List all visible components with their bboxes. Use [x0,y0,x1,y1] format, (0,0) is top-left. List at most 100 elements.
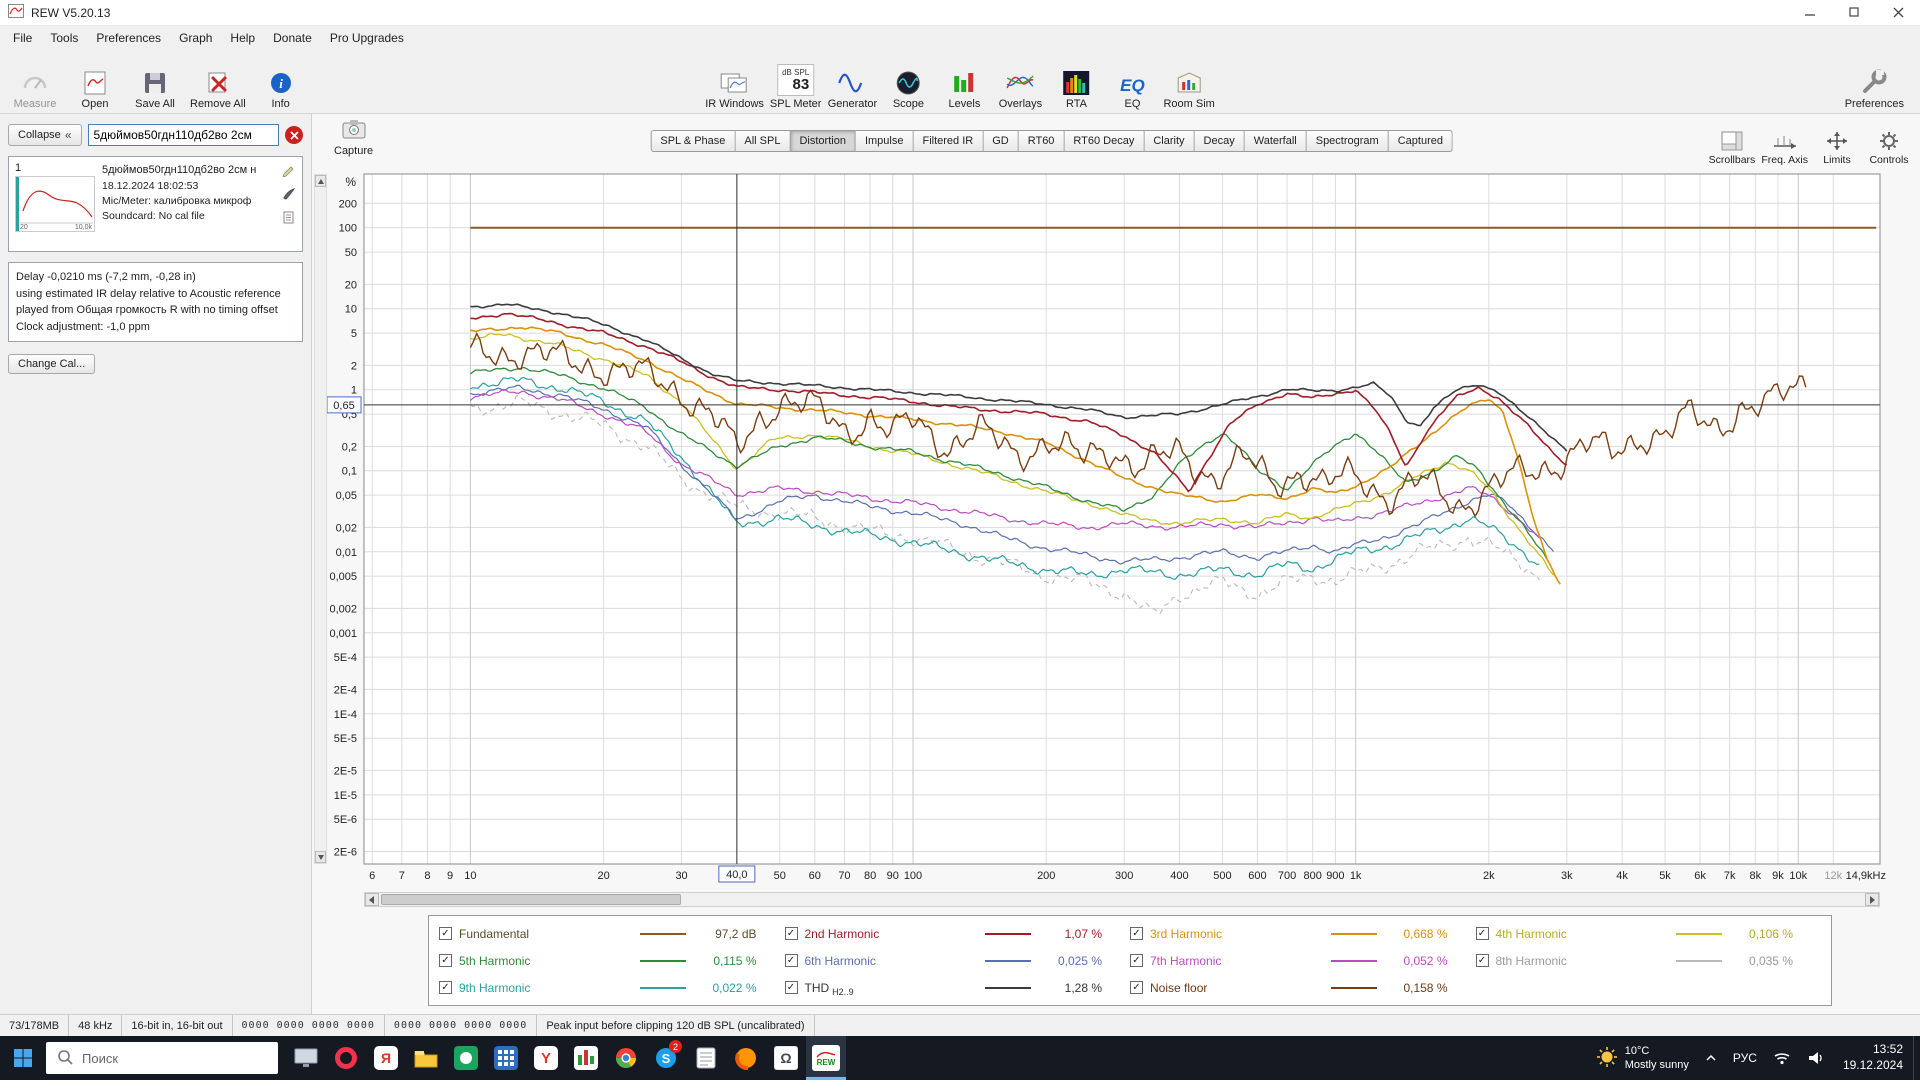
tab-rt60-decay[interactable]: RT60 Decay [1064,130,1144,152]
freq-axis-button[interactable]: Freq. Axis [1761,116,1808,166]
change-cal-button[interactable]: Change Cal... [8,354,95,374]
close-button[interactable] [1876,0,1920,26]
taskbar-yandex-browser-icon[interactable]: Я [366,1036,406,1080]
checkbox-5th-harmonic[interactable]: ✓ [439,954,452,967]
checkbox-7th-harmonic[interactable]: ✓ [1130,954,1143,967]
save-all-button[interactable]: Save All [130,54,180,110]
checkbox-6th-harmonic[interactable]: ✓ [785,954,798,967]
taskbar-opera-icon[interactable] [326,1036,366,1080]
language-indicator[interactable]: РУС [1725,1036,1765,1080]
checkbox-fundamental[interactable]: ✓ [439,927,452,940]
taskbar-yandex-music-icon[interactable]: Y [526,1036,566,1080]
menu-preferences[interactable]: Preferences [87,27,170,49]
tab-rt60[interactable]: RT60 [1019,130,1065,152]
checkbox-8th-harmonic[interactable]: ✓ [1476,954,1489,967]
spl-meter-button[interactable]: dB SPL83SPL Meter [770,54,822,110]
y-tick-label: 200 [339,198,357,210]
tab-filtered-ir[interactable]: Filtered IR [913,130,983,152]
checkbox-noise-floor[interactable]: ✓ [1130,981,1143,994]
remove-all-button[interactable]: Remove All [190,54,246,110]
levels-button[interactable]: Levels [939,54,989,110]
info-button[interactable]: iInfo [256,54,306,110]
ir-windows-button[interactable]: IR Windows [705,54,764,110]
controls-button[interactable]: Controls [1866,116,1912,166]
menu-tools[interactable]: Tools [41,27,87,49]
minimize-button[interactable] [1788,0,1832,26]
taskbar-search[interactable]: Поиск [46,1042,278,1074]
generator-button[interactable]: Generator [827,54,877,110]
tab-clarity[interactable]: Clarity [1144,130,1194,152]
checkbox-9th-harmonic[interactable]: ✓ [439,981,452,994]
measurement-item[interactable]: 1 20 10,0k 5дюймов50гдн110дб2во 2см н 18… [8,156,303,252]
horizontal-scrollbar[interactable] [364,892,1880,907]
taskbar-file-explorer-icon[interactable] [406,1036,446,1080]
scroll-up-arrow[interactable] [315,175,326,187]
taskbar-monitor-icon[interactable] [286,1036,326,1080]
taskbar-clock[interactable]: 13:5219.12.2024 [1833,1042,1913,1073]
taskbar-trading-icon[interactable] [566,1036,606,1080]
scope-label: Scope [893,98,924,110]
tray-chevron-icon[interactable] [1697,1036,1725,1080]
delay-info-line: using estimated IR delay relative to Aco… [16,286,295,303]
checkbox-thd[interactable]: ✓ [785,981,798,994]
open-button[interactable]: Open [70,54,120,110]
eq-button[interactable]: EQEQ [1107,54,1157,110]
taskbar-rew-icon[interactable]: REW [806,1036,846,1080]
tab-spl-phase[interactable]: SPL & Phase [650,130,735,152]
tab-impulse[interactable]: Impulse [856,130,914,152]
x-tick-label: 7k [1724,870,1736,882]
scrollbar-thumb[interactable] [381,894,681,905]
taskbar-chrome-icon[interactable] [606,1036,646,1080]
chart-region: 2001005020105210,50,20,10,050,020,010,00… [312,170,1920,890]
rta-icon [1062,64,1090,96]
menu-file[interactable]: File [4,27,41,49]
measure-button[interactable]: Measure [10,54,60,110]
tab-distortion[interactable]: Distortion [790,130,855,152]
tab-captured[interactable]: Captured [1389,130,1453,152]
measurement-name-input[interactable] [88,124,280,146]
room-sim-button[interactable]: Room Sim [1163,54,1214,110]
overlays-button[interactable]: Overlays [995,54,1045,110]
notifications-edge[interactable] [1913,1036,1920,1080]
checkbox-4th-harmonic[interactable]: ✓ [1476,927,1489,940]
scroll-left-arrow[interactable] [365,893,379,906]
tab-spectrogram[interactable]: Spectrogram [1307,130,1389,152]
menu-graph[interactable]: Graph [170,27,221,49]
capture-button[interactable]: Capture [334,118,373,157]
wifi-icon[interactable] [1765,1036,1799,1080]
measurement-sheet-icon[interactable] [281,210,296,230]
scroll-right-arrow[interactable] [1865,893,1879,906]
taskbar-notes-icon[interactable] [686,1036,726,1080]
measurement-edit-icon[interactable] [281,186,296,206]
delete-measurement-button[interactable] [285,126,303,144]
distortion-chart[interactable]: 2001005020105210,50,20,10,050,020,010,00… [312,170,1920,890]
menu-pro-upgrades[interactable]: Pro Upgrades [321,27,413,49]
volume-icon[interactable] [1799,1036,1833,1080]
measurement-notes-icon[interactable] [281,162,296,182]
taskbar-skype-icon[interactable]: S2 [646,1036,686,1080]
collapse-button[interactable]: Collapse « [8,124,82,146]
menu-donate[interactable]: Donate [264,27,321,49]
y-tick-label: 10 [345,304,357,316]
start-button[interactable] [0,1036,46,1080]
checkbox-2nd-harmonic[interactable]: ✓ [785,927,798,940]
scroll-down-arrow[interactable] [315,851,326,863]
scrollbars-button[interactable]: Scrollbars [1709,116,1756,166]
tab-decay[interactable]: Decay [1195,130,1245,152]
weather-widget[interactable]: 10°CMostly sunny [1588,1036,1697,1080]
preferences-button[interactable]: Preferences [1845,54,1904,110]
limits-button[interactable]: Limits [1814,116,1860,166]
taskbar-photos-icon[interactable] [446,1036,486,1080]
tab-gd[interactable]: GD [983,130,1019,152]
scope-button[interactable]: Scope [883,54,933,110]
menu-help[interactable]: Help [221,27,264,49]
taskbar-app-grid-icon[interactable] [486,1036,526,1080]
tab-all-spl[interactable]: All SPL [735,130,790,152]
taskbar-office-icon[interactable]: Ω [766,1036,806,1080]
rta-button[interactable]: RTA [1051,54,1101,110]
vertical-scrollbar[interactable] [314,174,327,864]
maximize-button[interactable] [1832,0,1876,26]
checkbox-3rd-harmonic[interactable]: ✓ [1130,927,1143,940]
tab-waterfall[interactable]: Waterfall [1245,130,1307,152]
taskbar-firefox-icon[interactable] [726,1036,766,1080]
